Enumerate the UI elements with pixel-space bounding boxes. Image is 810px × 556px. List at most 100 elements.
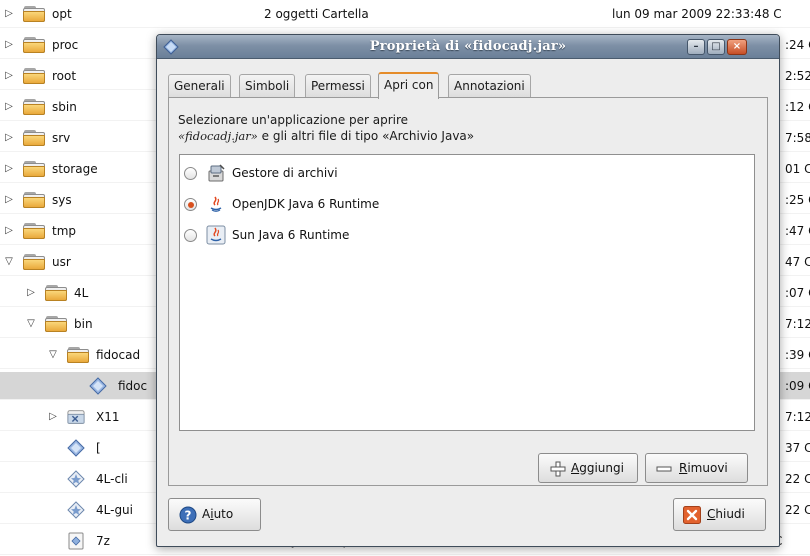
add-icon [550,461,566,477]
minimize-icon: – [693,41,699,52]
file-date: lun 09 mar 2009 22:33:48 C [612,7,782,21]
folder-icon [23,68,45,84]
file-date: :12 C [785,100,810,114]
expander-closed-icon[interactable]: ▷ [3,186,15,214]
instruction-line-2: «fidocadj.jar» e gli altri file di tipo … [178,128,738,144]
remove-button[interactable]: Rimuovi [645,453,748,483]
file-name: fidoc [118,379,148,393]
tab-apri-con[interactable]: Apri con [378,72,440,99]
close-button[interactable]: Chiudi [673,498,766,531]
file-size-type: 2 oggetti Cartella [264,7,369,21]
maximize-button[interactable]: □ [707,39,725,55]
expander-closed-icon[interactable]: ▷ [3,93,15,121]
application-list: Gestore di archivi OpenJDK Java 6 Runtime… [179,154,755,431]
tab-generali[interactable]: Generali [168,74,231,98]
file-name: [ [96,441,101,455]
file-name: 4L-gui [96,503,133,517]
help-button-label: Aiuto [202,507,234,521]
file-name: proc [52,38,79,52]
tab-simboli[interactable]: Simboli [239,74,296,98]
app-list-item[interactable]: OpenJDK Java 6 Runtime [180,188,754,219]
minimize-button[interactable]: – [687,39,705,55]
file-date: 47 CE [785,255,810,269]
folder-icon [23,37,45,53]
file-date: 01 CE [785,162,810,176]
file-date: :24 C [785,38,810,52]
file-name: X11 [96,410,120,424]
file-date: 7:12 C [785,410,810,424]
file-date: 7:12 C [785,317,810,331]
instruction-line-1: Selezionare un'applicazione per aprire [178,113,409,127]
file-date: 7:58 [785,131,810,145]
star-file-icon [67,470,89,488]
expander-closed-icon[interactable]: ▷ [3,0,15,28]
file-name: opt [52,7,72,21]
file-name: fidocad [96,348,141,362]
help-icon: ? [179,506,197,524]
open-with-panel: Selezionare un'applicazione per aprire «… [168,97,768,486]
maximize-icon: □ [711,41,721,52]
file-date: :07 C [785,286,810,300]
instruction-filetype: e gli altri file di tipo «Archivio Java» [257,129,475,143]
radio-unselected[interactable] [184,167,197,180]
radio-unselected[interactable] [184,229,197,242]
file-name: usr [52,255,71,269]
radio-selected[interactable] [184,198,197,211]
folder-icon [23,6,45,22]
file-date: 37 C [785,441,810,455]
close-icon: × [732,41,742,52]
instruction-text: Selezionare un'applicazione per aprire «… [178,112,738,144]
expander-open-icon[interactable]: ▽ [3,248,15,276]
file-date: 2:52 [785,69,810,83]
star-file-icon [67,501,89,519]
folder-icon [23,99,45,115]
properties-dialog: Proprietà di «fidocadj.jar» – □ × Genera… [156,34,780,547]
add-button[interactable]: Aggiungi [538,453,638,483]
remove-icon [656,466,672,472]
remove-button-label: Rimuovi [679,461,728,475]
file-name: sys [52,193,72,207]
expander-open-icon[interactable]: ▽ [47,341,59,369]
expander-closed-icon[interactable]: ▷ [3,124,15,152]
help-button[interactable]: ? Aiuto [168,498,261,531]
tab-permessi[interactable]: Permessi [305,74,371,98]
expander-closed-icon[interactable]: ▷ [3,217,15,245]
expander-closed-icon[interactable]: ▷ [25,279,37,307]
dialog-title: Proprietà di «fidocadj.jar» [369,39,567,54]
tab-annotazioni[interactable]: Annotazioni [448,74,531,98]
expander-closed-icon[interactable]: ▷ [3,155,15,183]
sun-java-icon [206,225,226,245]
expander-open-icon[interactable]: ▽ [25,310,37,338]
file-name: 7z [96,534,110,548]
svg-text:?: ? [185,509,192,523]
app-label: Gestore di archivi [232,166,338,180]
file-name: root [52,69,77,83]
expander-closed-icon[interactable]: ▷ [3,62,15,90]
file-name: bin [74,317,93,331]
file-date: :39 C [785,348,810,362]
app-list-item[interactable]: Gestore di archivi [180,157,754,188]
dialog-titlebar[interactable]: Proprietà di «fidocadj.jar» – □ × [157,35,779,59]
expander-closed-icon[interactable]: ▷ [3,31,15,59]
app-list-item[interactable]: Sun Java 6 Runtime [180,219,754,250]
archive-manager-icon [206,163,226,183]
app-label: OpenJDK Java 6 Runtime [232,197,380,211]
file-date: 22 C [785,503,810,517]
file-date: :09 C [785,379,810,393]
diamond-file-icon [67,439,89,457]
add-button-label: Aggiungi [571,461,624,475]
file-name: srv [52,131,71,145]
expander-closed-icon[interactable]: ▷ [47,403,59,431]
folder-icon [67,347,89,363]
folder-icon [23,130,45,146]
close-window-button[interactable]: × [727,39,747,55]
java-icon [206,194,226,214]
file-name: 4L [74,286,89,300]
close-button-label: Chiudi [707,507,745,521]
folder-icon [23,223,45,239]
app-label: Sun Java 6 Runtime [232,228,350,242]
file-date: :47 C [785,224,810,238]
file-row[interactable]: ▷ opt 2 oggetti Cartella lun 09 mar 2009 22… [0,0,810,28]
x11-folder-icon [67,408,89,424]
folder-icon [23,161,45,177]
